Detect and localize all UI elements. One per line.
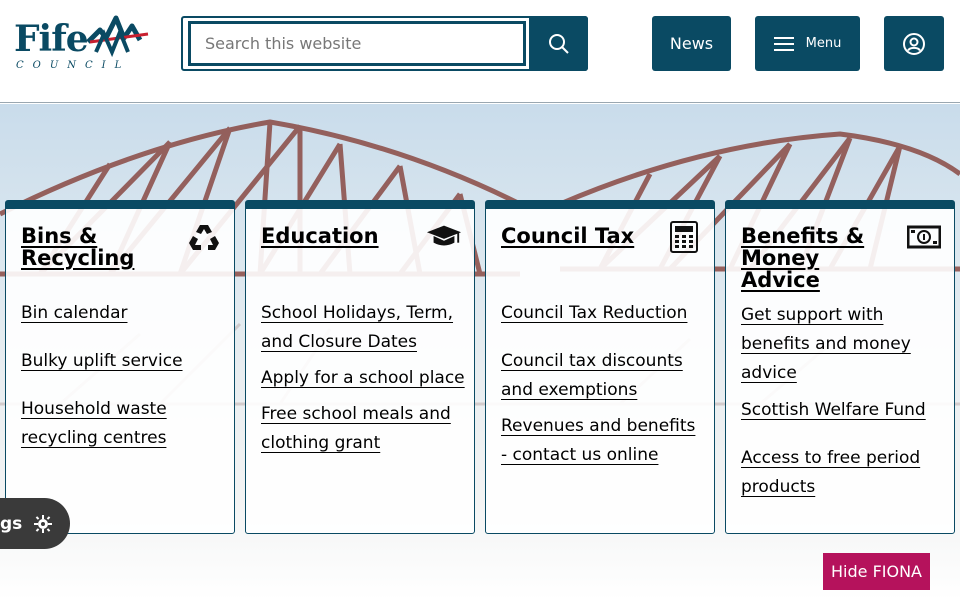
money-note-icon	[906, 221, 942, 253]
search-icon	[548, 33, 569, 54]
logo-mark-icon	[86, 15, 149, 58]
card-benefits-money: Benefits & Money Advice Get support with…	[725, 200, 955, 534]
link-council-tax-reduction[interactable]: Council Tax Reduction	[501, 299, 706, 328]
gear-icon	[34, 514, 53, 533]
link-free-school-meals[interactable]: Free school meals and clothing grant	[261, 400, 466, 458]
card-links: Bin calendar Bulky uplift service Househ…	[21, 299, 226, 472]
link-bulky-uplift[interactable]: Bulky uplift service	[21, 347, 226, 376]
news-button[interactable]: News	[652, 16, 731, 71]
logo-subtitle: COUNCIL	[16, 60, 131, 71]
graduation-cap-icon	[426, 221, 462, 253]
link-scottish-welfare-fund[interactable]: Scottish Welfare Fund	[741, 396, 946, 425]
card-council-tax: Council Tax Council Tax Reduction Counci…	[485, 200, 715, 534]
hide-fiona-button[interactable]: Hide FIONA	[823, 553, 930, 590]
card-bins-recycling: Bins & Recycling Bin calendar Bulky upli…	[5, 200, 235, 534]
calculator-icon	[666, 221, 702, 253]
fiona-label: Hide FIONA	[831, 562, 922, 581]
search-button[interactable]	[529, 16, 588, 71]
link-benefits-support[interactable]: Get support with benefits and money advi…	[741, 301, 946, 388]
site-header: Fife COUNCIL News Menu	[0, 0, 960, 103]
search-box	[181, 16, 588, 71]
link-apply-school-place[interactable]: Apply for a school place	[261, 364, 466, 393]
card-title[interactable]: Bins & Recycling	[21, 225, 181, 269]
card-links: Council Tax Reduction Council tax discou…	[501, 299, 706, 489]
hamburger-icon	[773, 36, 794, 51]
link-council-tax-discounts[interactable]: Council tax discounts and exemptions	[501, 347, 706, 405]
link-free-period-products[interactable]: Access to free period products	[741, 444, 946, 502]
card-education: Education School Holidays, Term, and Clo…	[245, 200, 475, 534]
news-button-label: News	[669, 34, 714, 53]
link-household-waste[interactable]: Household waste recycling centres	[21, 395, 226, 453]
menu-button[interactable]: Menu	[755, 16, 860, 71]
card-links: School Holidays, Term, and Closure Dates…	[261, 299, 466, 477]
logo-text: Fife	[14, 18, 89, 60]
link-school-holidays[interactable]: School Holidays, Term, and Closure Dates	[261, 299, 466, 357]
user-circle-icon	[903, 32, 925, 55]
card-title[interactable]: Council Tax	[501, 225, 671, 247]
card-title[interactable]: Education	[261, 225, 421, 247]
recycle-icon	[186, 221, 222, 253]
link-bin-calendar[interactable]: Bin calendar	[21, 299, 226, 328]
link-revenues-contact[interactable]: Revenues and benefits - contact us onlin…	[501, 412, 706, 470]
menu-button-label: Menu	[805, 36, 842, 51]
card-title[interactable]: Benefits & Money Advice	[741, 225, 901, 291]
account-button[interactable]	[884, 16, 944, 71]
search-input[interactable]	[188, 21, 526, 66]
fife-council-logo[interactable]: Fife COUNCIL	[14, 12, 154, 74]
settings-label: gs	[0, 513, 23, 534]
cookie-settings-button[interactable]: gs	[0, 498, 70, 549]
card-links: Get support with benefits and money advi…	[741, 301, 946, 521]
